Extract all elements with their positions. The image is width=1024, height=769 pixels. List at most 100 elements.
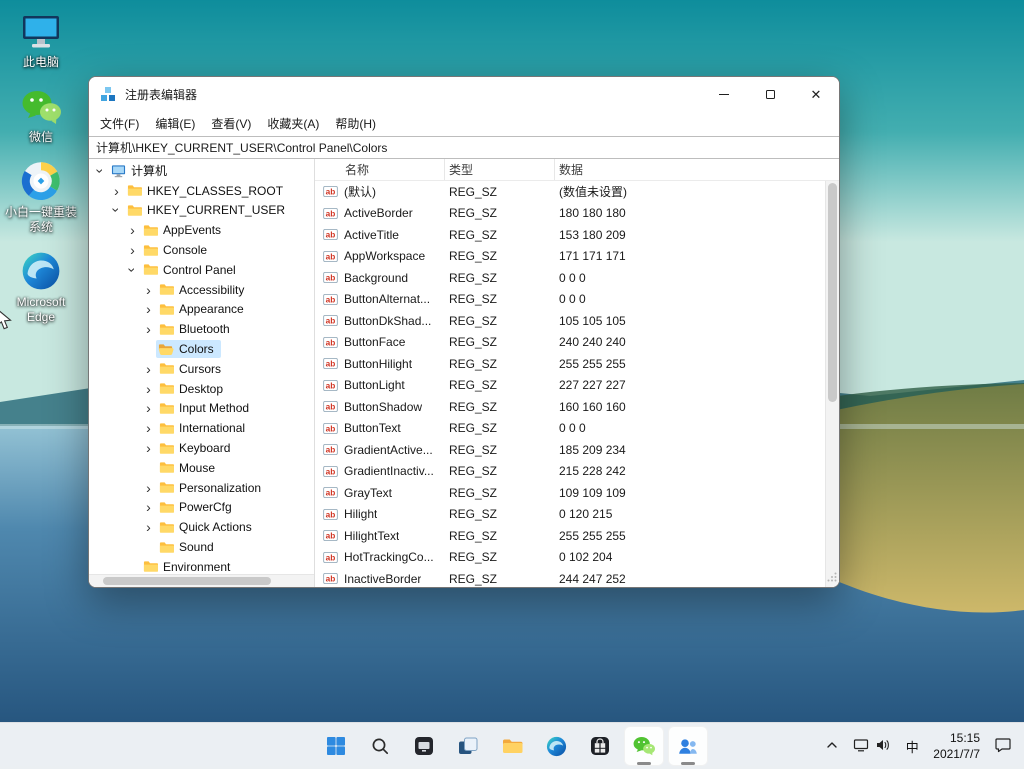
- tree-node-hkey_classes_root[interactable]: ›HKEY_CLASSES_ROOT: [89, 181, 314, 201]
- tree-node-environment[interactable]: Environment: [89, 557, 314, 574]
- taskbar-edge-button[interactable]: [536, 726, 576, 766]
- tree-node-international[interactable]: ›International: [89, 418, 314, 438]
- desktop-icon-xiaobai[interactable]: 小白一键重装系统: [2, 158, 80, 235]
- registry-value-row[interactable]: abActiveTitleREG_SZ153 180 209: [315, 224, 825, 246]
- taskbar-store-button[interactable]: [580, 726, 620, 766]
- expand-chevron-icon[interactable]: ›: [141, 302, 156, 316]
- taskbar-taskview-button[interactable]: [448, 726, 488, 766]
- tree-node-cursors[interactable]: ›Cursors: [89, 359, 314, 379]
- tree-node-control-panel[interactable]: ›Control Panel: [89, 260, 314, 280]
- desktop-icon-edge[interactable]: MicrosoftEdge: [2, 248, 80, 325]
- registry-value-row[interactable]: abButtonHilightREG_SZ255 255 255: [315, 353, 825, 375]
- hidden-icons-button[interactable]: [819, 727, 845, 765]
- tree-node-personalization[interactable]: ›Personalization: [89, 478, 314, 498]
- registry-value-row[interactable]: abHilightREG_SZ0 120 215: [315, 504, 825, 526]
- desktop-icon-this-pc[interactable]: 此电脑: [2, 8, 80, 70]
- address-bar[interactable]: 计算机\HKEY_CURRENT_USER\Control Panel\Colo…: [89, 136, 839, 159]
- registry-value-row[interactable]: abButtonDkShad...REG_SZ105 105 105: [315, 310, 825, 332]
- registry-value-row[interactable]: abGradientActive...REG_SZ185 209 234: [315, 439, 825, 461]
- reg-sz-icon: ab: [323, 509, 338, 520]
- expand-chevron-icon[interactable]: ›: [141, 401, 156, 415]
- tree-node-desktop[interactable]: ›Desktop: [89, 379, 314, 399]
- expand-chevron-icon[interactable]: ›: [141, 481, 156, 495]
- taskbar-start-button[interactable]: [316, 726, 356, 766]
- tree-horizontal-scrollbar[interactable]: [89, 574, 314, 587]
- tree-node-appearance[interactable]: ›Appearance: [89, 300, 314, 320]
- tree-node-keyboard[interactable]: ›Keyboard: [89, 438, 314, 458]
- expand-chevron-icon[interactable]: ›: [141, 500, 156, 514]
- taskbar-people-button[interactable]: [668, 726, 708, 766]
- expand-chevron-icon[interactable]: ›: [141, 421, 156, 435]
- value-type: REG_SZ: [445, 529, 555, 543]
- menu-help[interactable]: 帮助(H): [327, 112, 384, 135]
- expand-chevron-icon[interactable]: ›: [141, 322, 156, 336]
- minimize-button[interactable]: [701, 77, 747, 111]
- tree-node-quick-actions[interactable]: ›Quick Actions: [89, 517, 314, 537]
- tree-node-mouse[interactable]: Mouse: [89, 458, 314, 478]
- taskbar-explorer-button[interactable]: [492, 726, 532, 766]
- network-volume-button[interactable]: [847, 727, 897, 765]
- tree-node-input-method[interactable]: ›Input Method: [89, 399, 314, 419]
- registry-value-row[interactable]: abButtonAlternat...REG_SZ0 0 0: [315, 289, 825, 311]
- tree-node-colors[interactable]: Colors: [89, 339, 314, 359]
- column-header-0[interactable]: 名称: [323, 159, 445, 180]
- resize-grip[interactable]: [827, 571, 837, 585]
- expand-chevron-icon[interactable]: ›: [141, 520, 156, 534]
- registry-value-row[interactable]: abHilightTextREG_SZ255 255 255: [315, 525, 825, 547]
- close-button[interactable]: ✕: [793, 77, 839, 111]
- expand-chevron-icon[interactable]: ›: [141, 382, 156, 396]
- menu-edit[interactable]: 编辑(E): [147, 112, 203, 135]
- registry-value-row[interactable]: abButtonTextREG_SZ0 0 0: [315, 418, 825, 440]
- tree-node-hkey_current_user[interactable]: ›HKEY_CURRENT_USER: [89, 201, 314, 221]
- collapse-chevron-icon[interactable]: ›: [110, 203, 124, 218]
- tree-node-sound[interactable]: Sound: [89, 537, 314, 557]
- list-vertical-scrollbar[interactable]: [825, 181, 839, 587]
- menu-favorites[interactable]: 收藏夹(A): [259, 112, 327, 135]
- expand-chevron-icon[interactable]: ›: [109, 184, 124, 198]
- taskbar-clock[interactable]: 15:15 2021/7/7: [927, 730, 986, 762]
- svg-text:ab: ab: [326, 575, 336, 584]
- horizontal-scrollbar-thumb[interactable]: [103, 577, 272, 585]
- vertical-scrollbar-thumb[interactable]: [828, 183, 837, 402]
- chat-button[interactable]: [988, 727, 1018, 765]
- collapse-chevron-icon[interactable]: ›: [126, 262, 140, 277]
- registry-list: ab(默认)REG_SZ(数值未设置)abActiveBorderREG_SZ1…: [315, 181, 839, 587]
- tree-node-bluetooth[interactable]: ›Bluetooth: [89, 319, 314, 339]
- registry-value-row[interactable]: abInactiveBorderREG_SZ244 247 252: [315, 568, 825, 587]
- desktop-icon-wechat[interactable]: 微信: [2, 83, 80, 145]
- column-header-2[interactable]: 数据: [555, 159, 839, 180]
- registry-value-row[interactable]: abButtonFaceREG_SZ240 240 240: [315, 332, 825, 354]
- window-body: ›计算机›HKEY_CLASSES_ROOT›HKEY_CURRENT_USER…: [89, 159, 839, 587]
- registry-value-row[interactable]: abAppWorkspaceREG_SZ171 171 171: [315, 246, 825, 268]
- value-type: REG_SZ: [445, 249, 555, 263]
- expand-chevron-icon[interactable]: ›: [141, 283, 156, 297]
- expand-chevron-icon[interactable]: ›: [141, 441, 156, 455]
- maximize-button[interactable]: [747, 77, 793, 111]
- svg-text:ab: ab: [326, 446, 336, 455]
- tree-node-accessibility[interactable]: ›Accessibility: [89, 280, 314, 300]
- menu-file[interactable]: 文件(F): [92, 112, 147, 135]
- tree-node-appevents[interactable]: ›AppEvents: [89, 220, 314, 240]
- taskbar-darkapp-button[interactable]: [404, 726, 444, 766]
- registry-value-row[interactable]: abButtonLightREG_SZ227 227 227: [315, 375, 825, 397]
- tree-node-计算机[interactable]: ›计算机: [89, 161, 314, 181]
- tree-node-console[interactable]: ›Console: [89, 240, 314, 260]
- expand-chevron-icon[interactable]: ›: [141, 362, 156, 376]
- registry-value-row[interactable]: abButtonShadowREG_SZ160 160 160: [315, 396, 825, 418]
- ime-indicator[interactable]: 中: [899, 727, 925, 765]
- registry-value-row[interactable]: abHotTrackingCo...REG_SZ0 102 204: [315, 547, 825, 569]
- registry-value-row[interactable]: ab(默认)REG_SZ(数值未设置): [315, 181, 825, 203]
- registry-value-row[interactable]: abActiveBorderREG_SZ180 180 180: [315, 203, 825, 225]
- registry-value-row[interactable]: abGradientInactiv...REG_SZ215 228 242: [315, 461, 825, 483]
- collapse-chevron-icon[interactable]: ›: [94, 163, 108, 178]
- menu-view[interactable]: 查看(V): [203, 112, 259, 135]
- expand-chevron-icon[interactable]: ›: [125, 223, 140, 237]
- taskbar-search-button[interactable]: [360, 726, 400, 766]
- column-header-1[interactable]: 类型: [445, 159, 555, 180]
- expand-chevron-icon[interactable]: ›: [125, 243, 140, 257]
- tree-node-powercfg[interactable]: ›PowerCfg: [89, 498, 314, 518]
- taskbar-wechat-button[interactable]: [624, 726, 664, 766]
- registry-value-row[interactable]: abBackgroundREG_SZ0 0 0: [315, 267, 825, 289]
- folder-icon: [158, 283, 174, 296]
- registry-value-row[interactable]: abGrayTextREG_SZ109 109 109: [315, 482, 825, 504]
